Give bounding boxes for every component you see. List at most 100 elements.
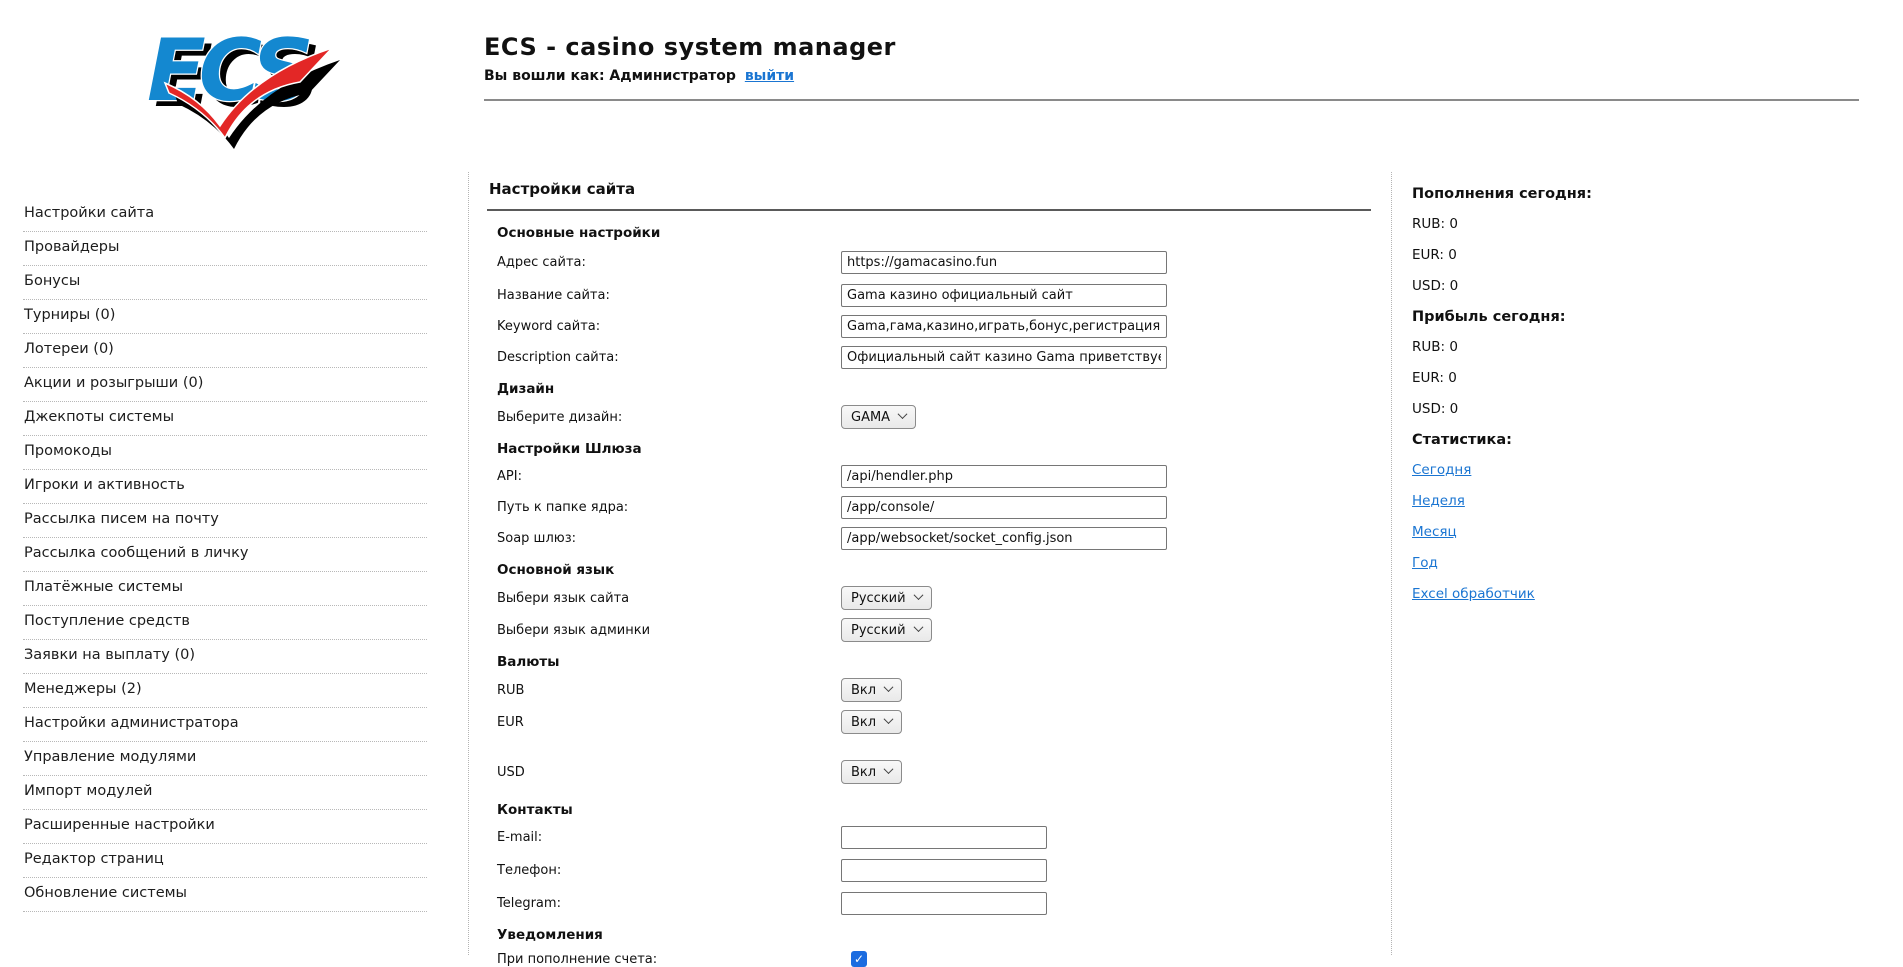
- group-basic-heading: Основные настройки: [497, 225, 1371, 241]
- field-row: Телефон:: [497, 859, 1371, 882]
- design-select-value: GAMA: [851, 410, 890, 425]
- usd-label: USD: [497, 765, 841, 780]
- sidebar-item-payment-systems[interactable]: Платёжные системы: [23, 572, 427, 606]
- group-notifications-heading: Уведомления: [497, 927, 1371, 943]
- sidebar-item-players-activity[interactable]: Игроки и активность: [23, 470, 427, 504]
- sidebar-item-pm-mailing[interactable]: Рассылка сообщений в личку: [23, 538, 427, 572]
- sidebar-item-incoming-funds[interactable]: Поступление средств: [23, 606, 427, 640]
- group-contacts-heading: Контакты: [497, 802, 1371, 818]
- telegram-input[interactable]: [841, 892, 1047, 915]
- field-row: Telegram:: [497, 892, 1371, 915]
- stats-link-excel[interactable]: Excel обработчик: [1412, 586, 1692, 602]
- deposits-today-heading: Пополнения сегодня:: [1412, 186, 1692, 202]
- ecs-logo: ECS ECS: [130, 10, 350, 150]
- stats-link-today[interactable]: Сегодня: [1412, 462, 1692, 478]
- group-language-heading: Основной язык: [497, 562, 1371, 578]
- eur-select[interactable]: Вкл: [841, 710, 902, 734]
- rub-select-value: Вкл: [851, 683, 876, 698]
- usd-select-value: Вкл: [851, 765, 876, 780]
- field-row: При пополнение счета: ✓: [497, 951, 1371, 967]
- sidebar-item-lotteries[interactable]: Лотереи (0): [23, 334, 427, 368]
- design-select[interactable]: GAMA: [841, 405, 916, 429]
- group-currencies-heading: Валюты: [497, 654, 1371, 670]
- sidebar-item-site-settings[interactable]: Настройки сайта: [23, 198, 427, 232]
- sidebar-item-module-management[interactable]: Управление модулями: [23, 742, 427, 776]
- header: ECS - casino system manager Вы вошли как…: [484, 33, 896, 84]
- usd-select[interactable]: Вкл: [841, 760, 902, 784]
- site-name-label: Название сайта:: [497, 288, 841, 303]
- field-row: EUR Вкл: [497, 710, 1371, 734]
- sidebar-item-promotions[interactable]: Акции и розыгрыши (0): [23, 368, 427, 402]
- phone-input[interactable]: [841, 859, 1047, 882]
- site-address-input[interactable]: [841, 251, 1167, 274]
- group-gateway-heading: Настройки Шлюза: [497, 441, 1371, 457]
- rub-select[interactable]: Вкл: [841, 678, 902, 702]
- chevron-down-icon: [913, 622, 923, 632]
- login-prefix: Вы вошли как:: [484, 68, 605, 84]
- api-input[interactable]: [841, 465, 1167, 488]
- stats-link-week[interactable]: Неделя: [1412, 493, 1692, 509]
- admin-language-value: Русский: [851, 623, 906, 638]
- main-right-divider: [1391, 172, 1392, 955]
- core-path-label: Путь к папке ядра:: [497, 500, 841, 515]
- deposit-notification-label: При пополнение счета:: [497, 952, 841, 967]
- logout-link[interactable]: выйти: [745, 68, 794, 84]
- stats-link-month[interactable]: Месяц: [1412, 524, 1692, 540]
- statistics-heading: Статистика:: [1412, 432, 1692, 448]
- site-keyword-input[interactable]: [841, 315, 1167, 338]
- chevron-down-icon: [884, 714, 894, 724]
- chevron-down-icon: [898, 409, 908, 419]
- sidebar-item-advanced-settings[interactable]: Расширенные настройки: [23, 810, 427, 844]
- stats-link-year[interactable]: Год: [1412, 555, 1692, 571]
- profit-today-heading: Прибыль сегодня:: [1412, 309, 1692, 325]
- eur-label: EUR: [497, 715, 841, 730]
- api-label: API:: [497, 469, 841, 484]
- email-label: E-mail:: [497, 830, 841, 845]
- site-language-label: Выбери язык сайта: [497, 591, 841, 606]
- site-description-input[interactable]: [841, 346, 1167, 369]
- sidebar-item-payout-requests[interactable]: Заявки на выплату (0): [23, 640, 427, 674]
- field-row: Выберите дизайн: GAMA: [497, 405, 1371, 429]
- sidebar-item-bonuses[interactable]: Бонусы: [23, 266, 427, 300]
- eur-select-value: Вкл: [851, 715, 876, 730]
- field-row: API:: [497, 465, 1371, 488]
- admin-language-label: Выбери язык админки: [497, 623, 841, 638]
- deposits-rub: RUB: 0: [1412, 216, 1692, 232]
- sidebar-item-tournaments[interactable]: Турниры (0): [23, 300, 427, 334]
- deposit-notification-checkbox[interactable]: ✓: [851, 951, 867, 967]
- profit-rub: RUB: 0: [1412, 339, 1692, 355]
- core-path-input[interactable]: [841, 496, 1167, 519]
- sidebar-item-providers[interactable]: Провайдеры: [23, 232, 427, 266]
- site-name-input[interactable]: [841, 284, 1167, 307]
- sidebar-item-jackpots[interactable]: Джекпоты системы: [23, 402, 427, 436]
- sidebar-item-email-mailing[interactable]: Рассылка писем на почту: [23, 504, 427, 538]
- telegram-label: Telegram:: [497, 896, 841, 911]
- field-row: Выбери язык сайта Русский: [497, 586, 1371, 610]
- sidebar-item-module-import[interactable]: Импорт модулей: [23, 776, 427, 810]
- sidebar-item-system-update[interactable]: Обновление системы: [23, 878, 427, 912]
- field-row: Keyword сайта:: [497, 315, 1371, 338]
- rub-label: RUB: [497, 683, 841, 698]
- soap-gateway-input[interactable]: [841, 527, 1167, 550]
- site-language-value: Русский: [851, 591, 906, 606]
- sidebar-item-page-editor[interactable]: Редактор страниц: [23, 844, 427, 878]
- chevron-down-icon: [913, 590, 923, 600]
- site-language-select[interactable]: Русский: [841, 586, 932, 610]
- site-address-label: Адрес сайта:: [497, 255, 841, 270]
- email-input[interactable]: [841, 826, 1047, 849]
- admin-language-select[interactable]: Русский: [841, 618, 932, 642]
- sidebar-item-admin-settings[interactable]: Настройки администратора: [23, 708, 427, 742]
- field-row: Путь к папке ядра:: [497, 496, 1371, 519]
- field-row: Description сайта:: [497, 346, 1371, 369]
- group-design-heading: Дизайн: [497, 381, 1371, 397]
- header-divider: [484, 99, 1859, 101]
- profit-usd: USD: 0: [1412, 401, 1692, 417]
- field-row: Выбери язык админки Русский: [497, 618, 1371, 642]
- profit-eur: EUR: 0: [1412, 370, 1692, 386]
- soap-gateway-label: Soap шлюз:: [497, 531, 841, 546]
- form-title: Настройки сайта: [487, 172, 1371, 211]
- deposits-eur: EUR: 0: [1412, 247, 1692, 263]
- sidebar-item-promocodes[interactable]: Промокоды: [23, 436, 427, 470]
- sidebar-item-managers[interactable]: Менеджеры (2): [23, 674, 427, 708]
- field-row: E-mail:: [497, 826, 1371, 849]
